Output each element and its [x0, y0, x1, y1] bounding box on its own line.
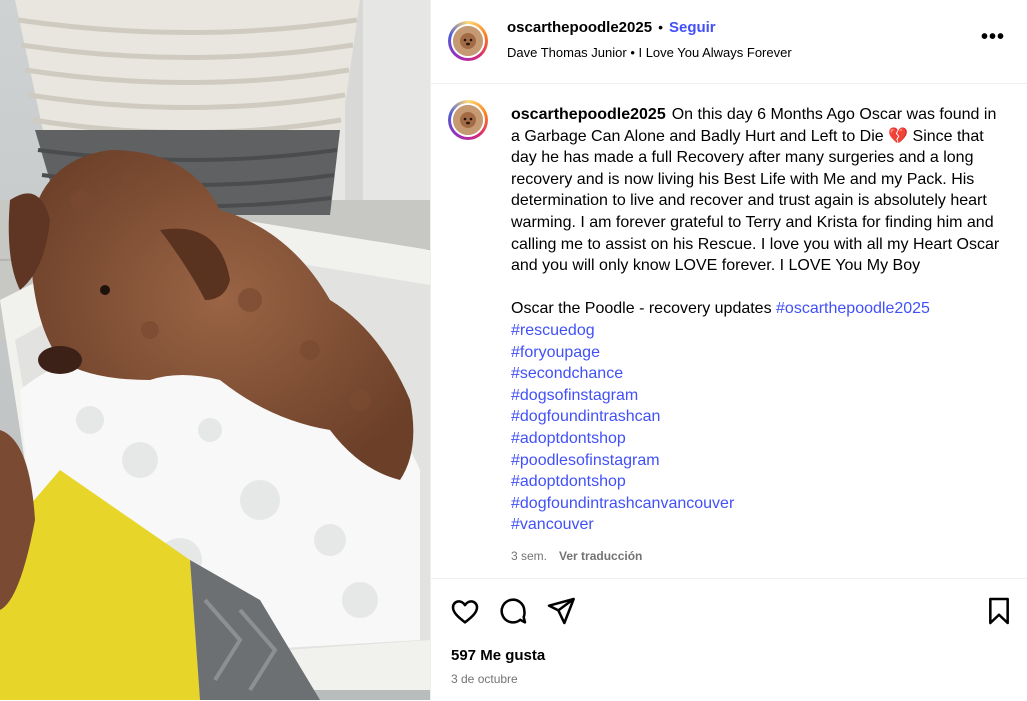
post-image[interactable] — [0, 0, 430, 700]
dog-bath-photo — [0, 0, 430, 700]
avatar-dog-icon — [453, 26, 483, 56]
hashtag-link[interactable]: #oscarthepoodle2025 — [776, 300, 930, 317]
hashtag-link[interactable]: #secondchance — [511, 363, 1001, 385]
more-options-icon[interactable]: ••• — [981, 26, 1005, 49]
action-bar: 597 Me gusta 3 de octubre — [431, 578, 1027, 701]
post-date[interactable]: 3 de octubre — [451, 672, 518, 686]
hashtag-link[interactable]: #adoptdontshop — [511, 428, 1001, 450]
separator-dot: • — [658, 19, 663, 35]
caption-line2: Oscar the Poodle - recovery updates #osc… — [511, 298, 1001, 320]
author-username[interactable]: oscarthepoodle2025 — [507, 19, 652, 36]
hashtag-link[interactable]: #dogfoundintrashcan — [511, 406, 1001, 428]
caption-scroll-area[interactable]: oscarthepoodle2025 On this day 6 Months A… — [431, 84, 1027, 578]
caption-age: 3 sem. — [511, 548, 548, 563]
hashtag-link[interactable]: #dogfoundintrashcanvancouver — [511, 493, 1001, 515]
caption-line2-text: Oscar the Poodle - recovery updates — [511, 300, 772, 318]
translate-button[interactable]: Ver traducción — [559, 549, 642, 563]
bookmark-icon[interactable] — [983, 595, 1015, 627]
caption-username[interactable]: oscarthepoodle2025 — [511, 106, 666, 123]
share-icon[interactable] — [545, 595, 577, 627]
audio-subtitle[interactable]: Dave Thomas Junior • I Love You Always F… — [507, 45, 792, 60]
hashtag-link[interactable]: #poodlesofinstagram — [511, 450, 1001, 472]
post-panel: oscarthepoodle2025 • Seguir Dave Thomas Ju… — [430, 0, 1027, 700]
post-header: oscarthepoodle2025 • Seguir Dave Thomas Ju… — [431, 0, 1027, 84]
hashtag-link[interactable]: #foryoupage — [511, 342, 1001, 364]
hashtag-link[interactable]: #dogsofinstagram — [511, 385, 1001, 407]
hashtag-list: #rescuedog #foryoupage #secondchance #do… — [511, 320, 1001, 536]
like-count[interactable]: 597 Me gusta — [451, 647, 545, 664]
caption-meta: 3 sem. Ver traducción — [511, 546, 1001, 568]
caption-avatar[interactable] — [448, 100, 488, 140]
author-avatar[interactable] — [448, 21, 488, 61]
caption-part2: Since that day he has made a full Recove… — [511, 127, 1000, 275]
caption-body: oscarthepoodle2025 On this day 6 Months A… — [511, 104, 1001, 277]
hashtag-link[interactable]: #rescuedog — [511, 320, 1001, 342]
broken-heart-icon: 💔 — [888, 127, 909, 145]
avatar-dog-icon — [453, 105, 483, 135]
comment-icon[interactable] — [497, 595, 529, 627]
header-title-row: oscarthepoodle2025 • Seguir — [507, 19, 716, 37]
heart-icon[interactable] — [449, 595, 481, 627]
caption-text: oscarthepoodle2025 On this day 6 Months A… — [511, 104, 1001, 567]
hashtag-link[interactable]: #vancouver — [511, 514, 1001, 536]
follow-button[interactable]: Seguir — [669, 19, 716, 36]
hashtag-link[interactable]: #adoptdontshop — [511, 471, 1001, 493]
